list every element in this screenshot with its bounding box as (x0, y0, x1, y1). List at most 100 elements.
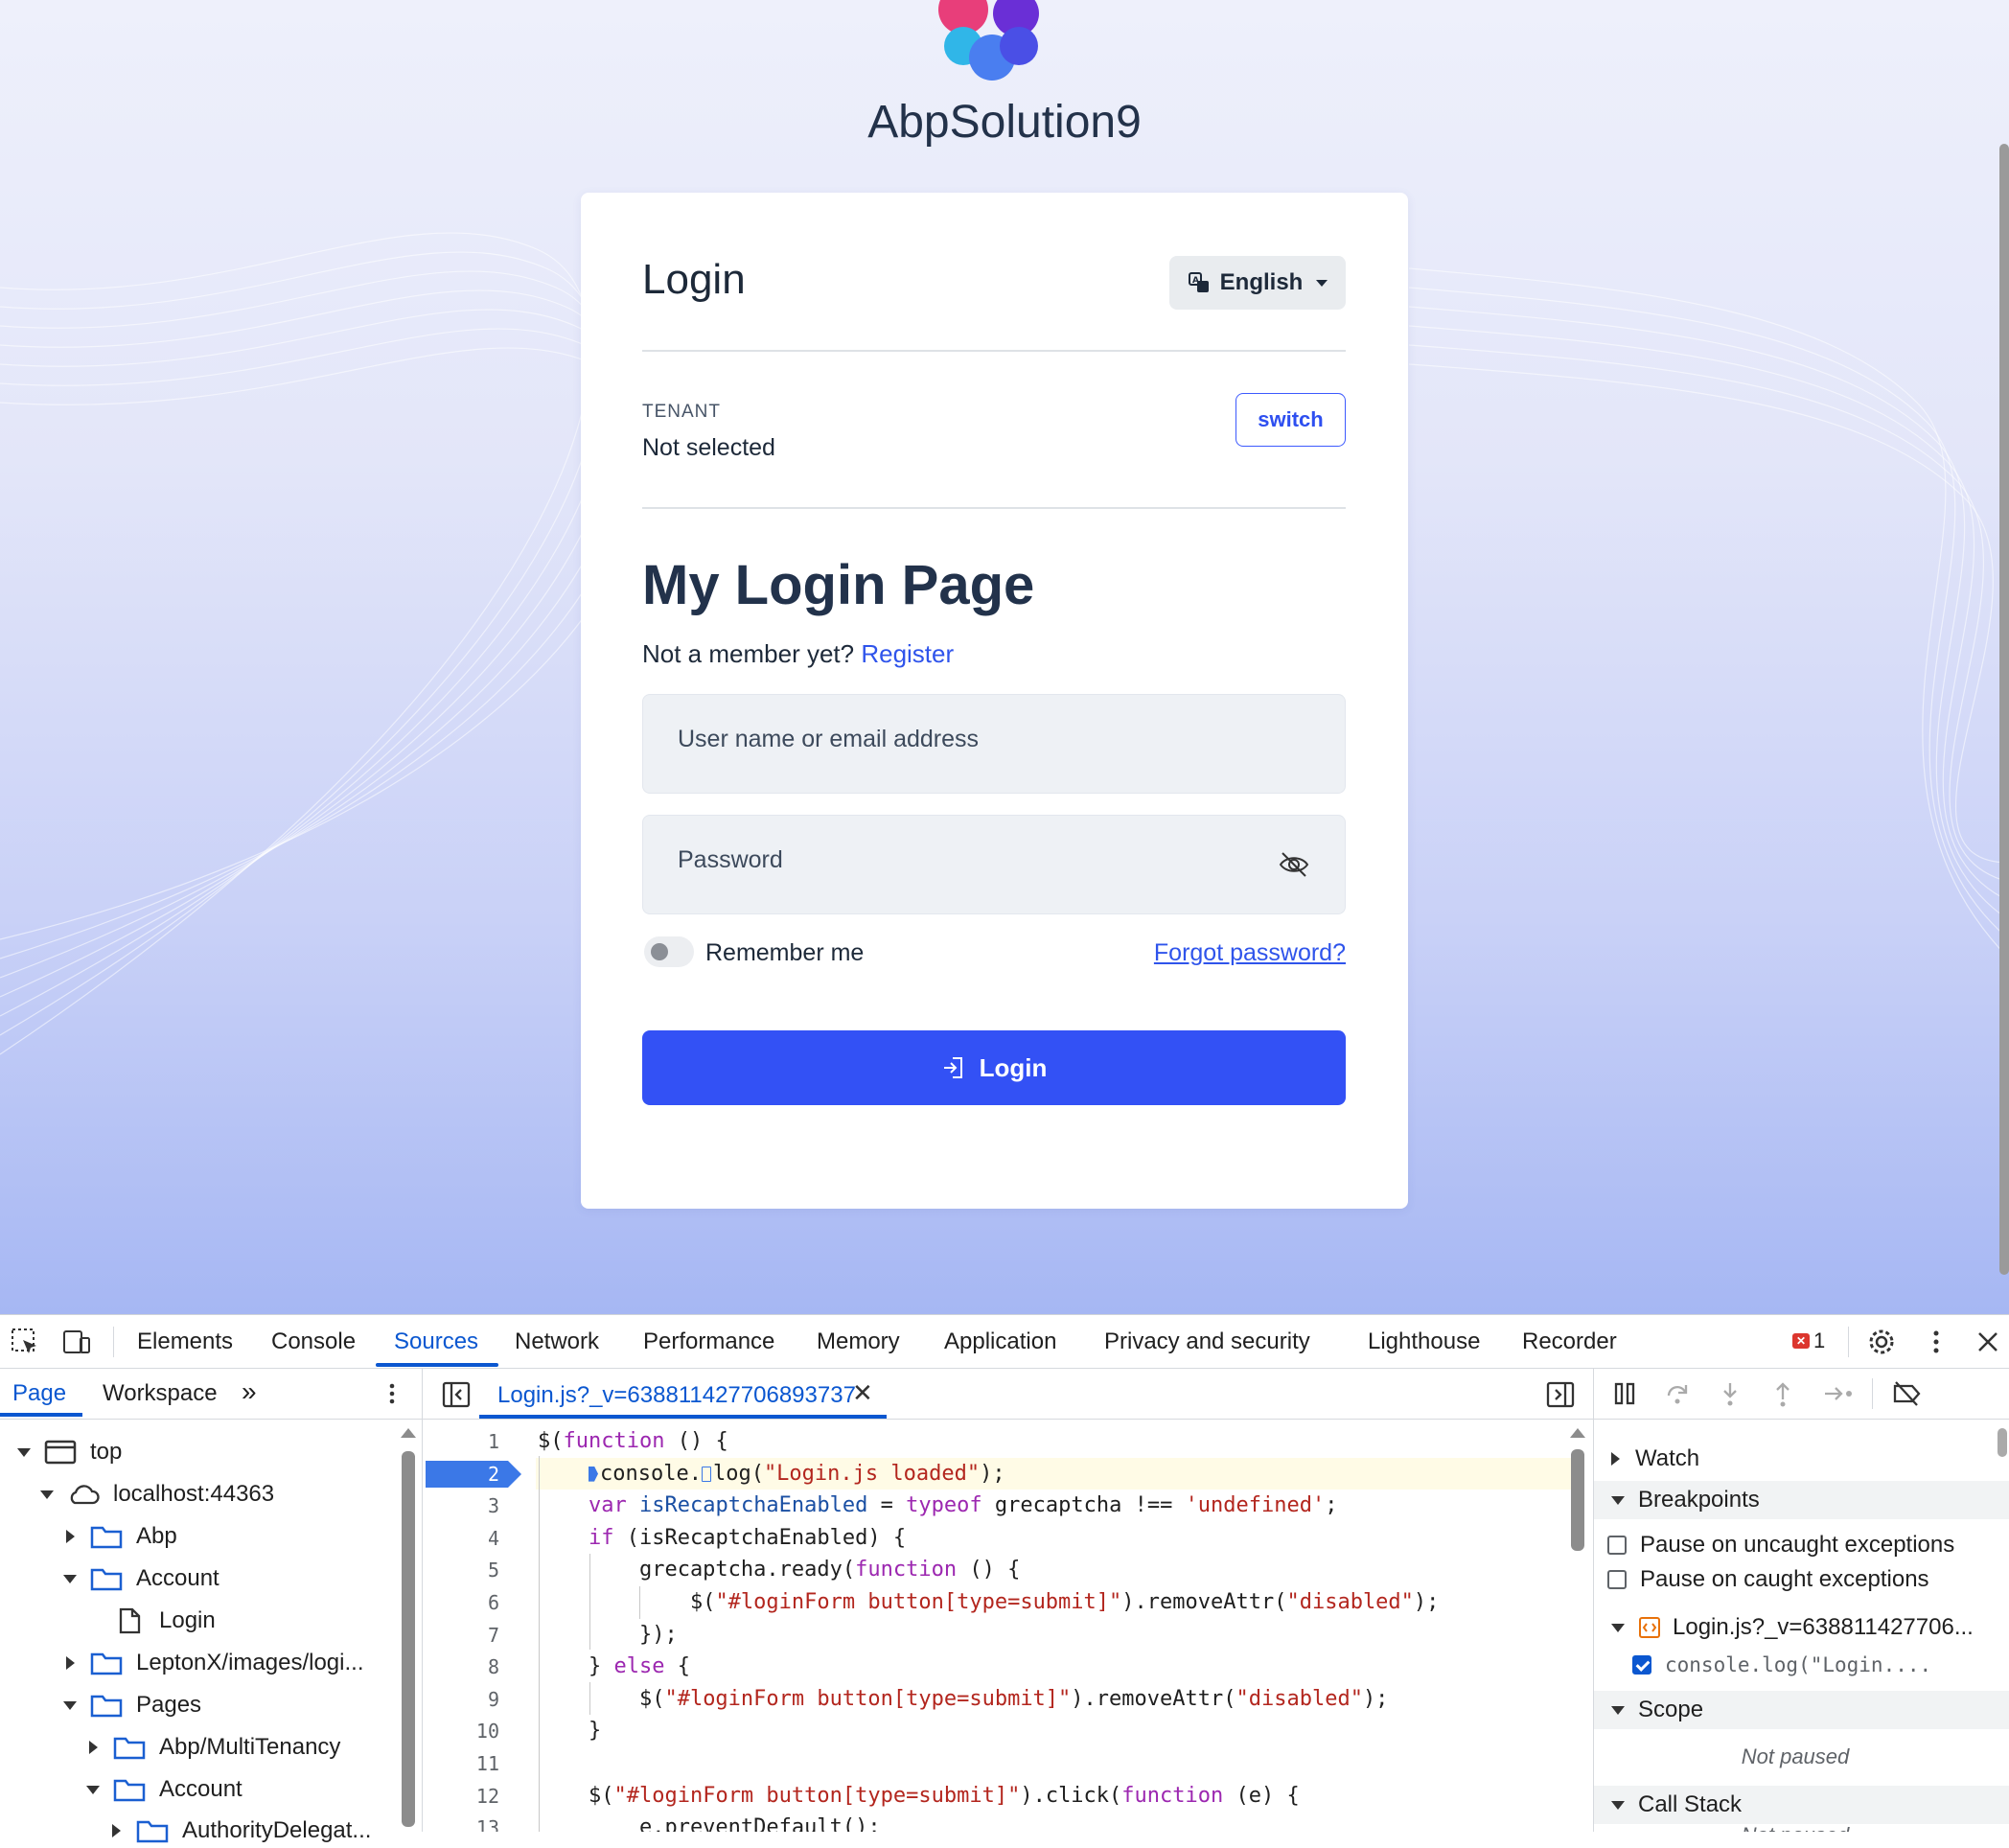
forgot-password-link[interactable]: Forgot password? (1154, 939, 1346, 967)
file-tab-label[interactable]: Login.js?_v=638811427706893737 (497, 1382, 856, 1409)
step-over-icon[interactable] (1664, 1380, 1691, 1407)
tree-item-top[interactable]: top (17, 1435, 122, 1469)
tree-item-localhost[interactable]: localhost:44363 (40, 1477, 274, 1512)
pause-caught-option[interactable]: Pause on caught exceptions (1594, 1560, 2009, 1599)
more-tabs-chevron-icon[interactable]: » (242, 1376, 257, 1407)
indent-guide (539, 1456, 540, 1832)
navigator-more-icon[interactable] (379, 1380, 405, 1407)
tree-item-pages-account[interactable]: Account (86, 1772, 242, 1807)
tab-application[interactable]: Application (944, 1328, 1056, 1355)
breakpoint-file-group[interactable]: Login.js?_v=638811427706... (1594, 1608, 2009, 1647)
line-number[interactable]: 8 (423, 1655, 499, 1678)
line-number[interactable]: 11 (423, 1752, 499, 1775)
code-editor[interactable]: 1 $(function () { 2 console. log("Login.j… (423, 1420, 1593, 1832)
tab-lighthouse[interactable]: Lighthouse (1368, 1328, 1480, 1355)
tree-label: localhost:44363 (113, 1481, 275, 1507)
call-stack-section-header[interactable]: Call Stack (1594, 1786, 2009, 1824)
line-number[interactable]: 6 (423, 1591, 499, 1614)
language-dropdown[interactable]: A English (1169, 256, 1346, 310)
scroll-up-arrow-icon[interactable] (401, 1428, 416, 1438)
pause-caught-checkbox[interactable] (1607, 1570, 1627, 1589)
watch-section-header[interactable]: Watch (1594, 1440, 2009, 1478)
tab-sources[interactable]: Sources (394, 1328, 478, 1355)
close-icon[interactable] (1973, 1327, 2003, 1357)
line-number[interactable]: 12 (423, 1785, 499, 1808)
tree-item-account[interactable]: Account (63, 1561, 219, 1596)
expand-arrow-icon (63, 1574, 77, 1583)
eye-slash-icon[interactable] (1278, 850, 1310, 879)
code-line: 1 $(function () { (423, 1425, 1573, 1458)
tree-item-authority-delegation[interactable]: AuthorityDelegat... (109, 1813, 371, 1848)
tab-recorder[interactable]: Recorder (1522, 1328, 1617, 1355)
breakpoints-section-header[interactable]: Breakpoints (1594, 1481, 2009, 1519)
device-toolbar-icon[interactable] (61, 1327, 92, 1357)
switch-tenant-button[interactable]: switch (1235, 393, 1346, 447)
deactivate-breakpoints-icon[interactable] (1891, 1380, 1922, 1407)
pause-uncaught-option[interactable]: Pause on uncaught exceptions (1594, 1526, 2009, 1564)
tree-item-pages[interactable]: Pages (63, 1688, 201, 1722)
separator (1872, 1378, 1873, 1409)
inline-breakpoint-icon[interactable] (588, 1466, 598, 1482)
editor-scrollbar[interactable] (1571, 1449, 1584, 1551)
brand-logo-icon (938, 0, 1039, 81)
line-number[interactable]: 5 (423, 1559, 499, 1582)
line-number[interactable]: 13 (423, 1816, 499, 1832)
step-into-icon[interactable] (1717, 1380, 1743, 1407)
tab-network[interactable]: Network (515, 1328, 599, 1355)
nav-tab-page[interactable]: Page (12, 1380, 66, 1407)
inspect-element-icon[interactable] (10, 1327, 40, 1357)
folder-icon (90, 1568, 123, 1591)
tab-elements[interactable]: Elements (137, 1328, 233, 1355)
devtools-tabbar: Elements Console Sources Network Perform… (0, 1315, 2009, 1369)
tab-performance[interactable]: Performance (643, 1328, 774, 1355)
line-number[interactable]: 10 (423, 1720, 499, 1743)
tree-item-abp-multitenancy[interactable]: Abp/MultiTenancy (86, 1730, 340, 1765)
nav-tab-workspace[interactable]: Workspace (103, 1380, 218, 1407)
more-options-icon[interactable] (1921, 1327, 1951, 1357)
login-button[interactable]: Login (642, 1030, 1346, 1105)
line-number[interactable]: 9 (423, 1688, 499, 1711)
username-input[interactable]: User name or email address (642, 694, 1346, 794)
tree-item-login[interactable]: Login (86, 1604, 216, 1638)
pause-icon[interactable] (1611, 1380, 1638, 1407)
code-text: $("#loginForm button[type=submit]").remo… (538, 1686, 1389, 1711)
step-icon[interactable] (1822, 1380, 1855, 1407)
line-number[interactable]: 4 (423, 1527, 499, 1550)
toggle-debugger-icon[interactable] (1546, 1380, 1575, 1409)
toggle-navigator-icon[interactable] (442, 1380, 471, 1409)
password-input[interactable]: Password (642, 815, 1346, 914)
error-counter[interactable]: ✕ 1 (1792, 1328, 1825, 1353)
navigator-scrollbar[interactable] (402, 1451, 415, 1827)
pause-uncaught-checkbox[interactable] (1607, 1536, 1627, 1555)
inline-breakpoint-hollow-icon[interactable] (701, 1466, 711, 1482)
error-icon: ✕ (1792, 1333, 1810, 1349)
remember-me-toggle[interactable] (644, 936, 694, 967)
navigator-header: Page Workspace » (0, 1369, 422, 1420)
tab-privacy-and-security[interactable]: Privacy and security (1104, 1328, 1310, 1355)
register-link[interactable]: Register (861, 639, 954, 668)
error-count: 1 (1813, 1328, 1826, 1352)
tree-item-leptonx-images[interactable]: LeptonX/images/logi... (63, 1646, 363, 1680)
line-number[interactable]: 2 (423, 1463, 499, 1486)
scope-section-header[interactable]: Scope (1594, 1691, 2009, 1729)
page-scrollbar[interactable] (1999, 144, 2009, 1275)
settings-gear-icon[interactable] (1866, 1327, 1897, 1357)
tree-label: Pages (136, 1692, 202, 1718)
step-out-icon[interactable] (1769, 1380, 1796, 1407)
collapse-arrow-icon (89, 1741, 98, 1754)
line-number[interactable]: 7 (423, 1624, 499, 1647)
debugger-scrollbar[interactable] (1997, 1428, 2007, 1457)
close-tab-icon[interactable]: ✕ (852, 1378, 873, 1408)
line-number[interactable]: 3 (423, 1494, 499, 1517)
code-line: 3 var isRecaptchaEnabled = typeof grecap… (423, 1490, 1573, 1522)
scroll-up-arrow-icon[interactable] (1570, 1428, 1585, 1438)
translate-icon: A (1188, 272, 1209, 292)
tab-memory[interactable]: Memory (817, 1328, 900, 1355)
tree-item-abp[interactable]: Abp (63, 1519, 177, 1554)
breakpoint-entry[interactable]: console.log("Login.... 2 (1594, 1646, 2009, 1684)
collapse-arrow-icon (112, 1824, 121, 1837)
breakpoint-enabled-checkbox[interactable] (1632, 1655, 1651, 1675)
tab-console[interactable]: Console (271, 1328, 356, 1355)
folder-icon (136, 1820, 169, 1843)
line-number[interactable]: 1 (423, 1430, 499, 1453)
